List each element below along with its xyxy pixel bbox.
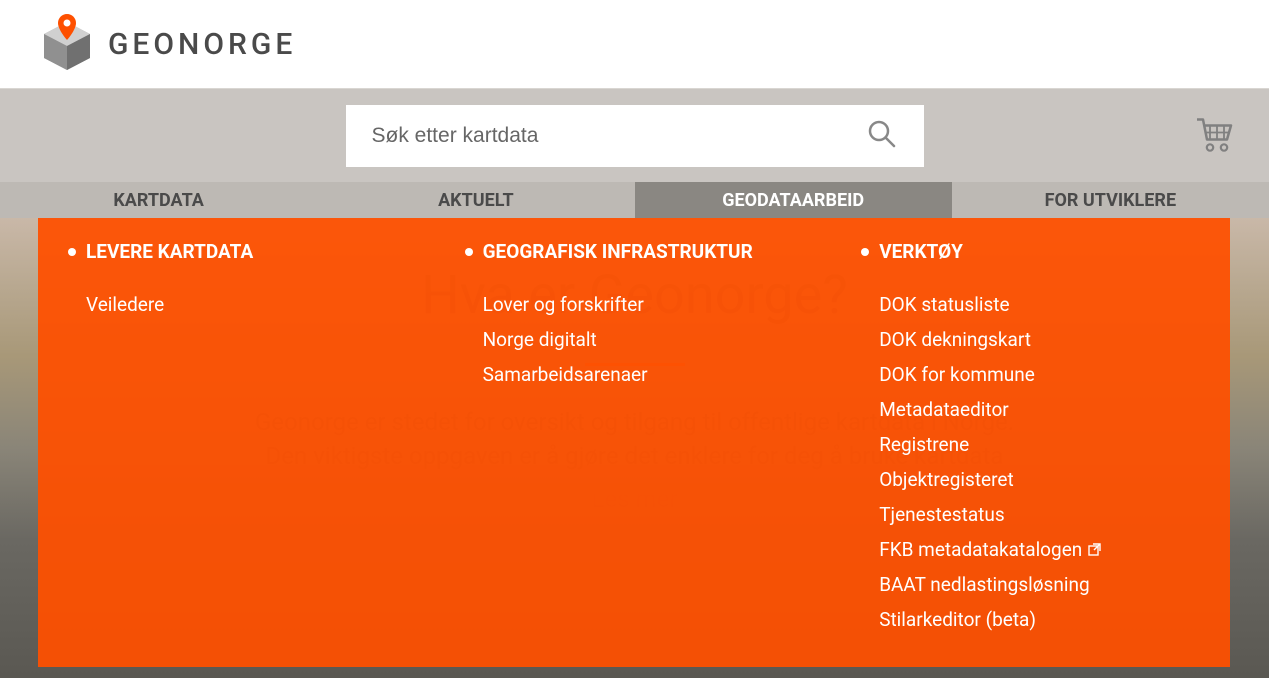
mega-heading-geografisk-infrastruktur[interactable]: GEOGRAFISK INFRASTRUKTUR bbox=[465, 240, 862, 263]
nav-item-for-utviklere[interactable]: FOR UTVIKLERE bbox=[952, 182, 1269, 218]
mega-link-dok-for-kommune[interactable]: DOK for kommune bbox=[861, 357, 1200, 392]
cart-icon bbox=[1195, 141, 1235, 156]
logo-text: GEONORGE bbox=[108, 27, 296, 62]
nav-item-kartdata[interactable]: KARTDATA bbox=[0, 182, 317, 218]
hero-section: Hva er Geonorge? Geonorge er stedet for … bbox=[0, 218, 1269, 678]
mega-col-verktoy: VERKTØY DOK statusliste DOK dekningskart… bbox=[861, 240, 1200, 637]
mega-link-samarbeidsarenaer[interactable]: Samarbeidsarenaer bbox=[465, 357, 862, 392]
nav-item-geodataarbeid[interactable]: GEODATAARBEID bbox=[635, 182, 952, 218]
mega-link-registrene[interactable]: Registrene bbox=[861, 427, 1200, 462]
logo-mark-icon bbox=[40, 14, 94, 74]
cart-button[interactable] bbox=[1195, 115, 1235, 156]
mega-menu: LEVERE KARTDATA Veiledere GEOGRAFISK INF… bbox=[38, 218, 1230, 667]
mega-col-geografisk-infrastruktur: GEOGRAFISK INFRASTRUKTUR Lover og forskr… bbox=[465, 240, 862, 637]
mega-link-stilarkeditor-beta[interactable]: Stilarkeditor (beta) bbox=[861, 602, 1200, 637]
mega-link-dok-dekningskart[interactable]: DOK dekningskart bbox=[861, 322, 1200, 357]
mega-link-label: FKB metadatakatalogen bbox=[879, 538, 1082, 561]
search-bar bbox=[0, 88, 1269, 182]
mega-link-baat-nedlastingslosning[interactable]: BAAT nedlastingsløsning bbox=[861, 567, 1200, 602]
header: GEONORGE bbox=[0, 0, 1269, 88]
logo[interactable]: GEONORGE bbox=[40, 14, 296, 74]
mega-link-lover-og-forskrifter[interactable]: Lover og forskrifter bbox=[465, 287, 862, 322]
search-button[interactable] bbox=[866, 118, 898, 153]
mega-link-norge-digitalt[interactable]: Norge digitalt bbox=[465, 322, 862, 357]
mega-heading-levere-kartdata[interactable]: LEVERE KARTDATA bbox=[68, 240, 465, 263]
mega-heading-label: LEVERE KARTDATA bbox=[86, 240, 253, 263]
mega-link-metadataeditor[interactable]: Metadataeditor bbox=[861, 392, 1200, 427]
mega-link-veiledere[interactable]: Veiledere bbox=[68, 287, 465, 322]
mega-heading-label: VERKTØY bbox=[879, 240, 963, 263]
external-link-icon bbox=[1088, 538, 1101, 561]
mega-link-objektregisteret[interactable]: Objektregisteret bbox=[861, 462, 1200, 497]
mega-link-fkb-metadatakatalogen[interactable]: FKB metadatakatalogen bbox=[861, 532, 1200, 567]
main-nav: KARTDATA AKTUELT GEODATAARBEID FOR UTVIK… bbox=[0, 182, 1269, 218]
nav-item-aktuelt[interactable]: AKTUELT bbox=[317, 182, 634, 218]
mega-col-levere-kartdata: LEVERE KARTDATA Veiledere bbox=[68, 240, 465, 637]
mega-heading-label: GEOGRAFISK INFRASTRUKTUR bbox=[483, 240, 753, 263]
mega-link-dok-statusliste[interactable]: DOK statusliste bbox=[861, 287, 1200, 322]
mega-heading-verktoy[interactable]: VERKTØY bbox=[861, 240, 1200, 263]
mega-link-tjenestestatus[interactable]: Tjenestestatus bbox=[861, 497, 1200, 532]
search-icon bbox=[866, 138, 898, 153]
search-input[interactable] bbox=[372, 124, 866, 148]
search-box bbox=[346, 105, 924, 167]
